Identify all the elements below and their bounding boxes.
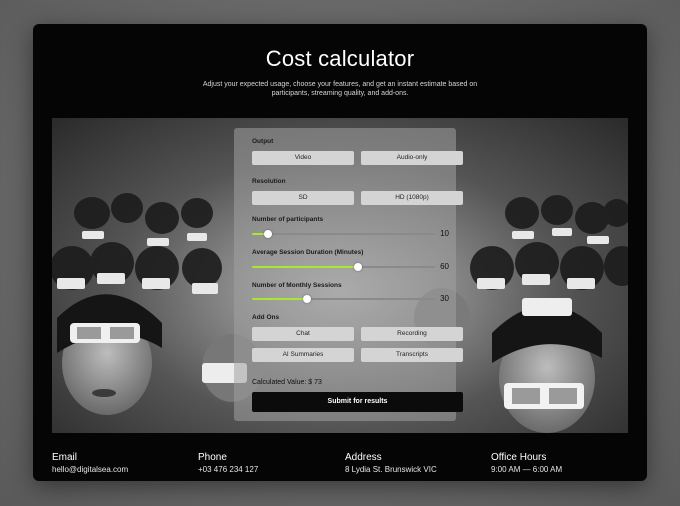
audience-photo: Output Video Audio-only Resolution SD HD… bbox=[52, 118, 628, 433]
sessions-slider[interactable]: 30 bbox=[252, 294, 449, 304]
footer-hours: Office Hours 9:00 AM — 6:00 AM bbox=[491, 452, 562, 476]
slider-thumb[interactable] bbox=[302, 295, 311, 303]
footer-address: Address 8 Lydia St. Brunswick VIC bbox=[345, 452, 437, 476]
participants-slider[interactable]: 10 bbox=[252, 229, 449, 239]
address-value: 8 Lydia St. Brunswick VIC bbox=[345, 465, 437, 474]
phone-link[interactable]: +03 476 234 127 bbox=[198, 464, 258, 476]
resolution-label: Resolution bbox=[252, 178, 286, 185]
duration-value: 60 bbox=[440, 262, 449, 271]
calculator-panel: Output Video Audio-only Resolution SD HD… bbox=[234, 128, 463, 421]
slider-thumb[interactable] bbox=[264, 230, 273, 238]
duration-slider[interactable]: 60 bbox=[252, 262, 449, 272]
hours-value: 9:00 AM — 6:00 AM bbox=[491, 465, 563, 474]
duration-label: Average Session Duration (Minutes) bbox=[252, 249, 364, 256]
phone-heading: Phone bbox=[198, 452, 227, 463]
addon-chat-button[interactable]: Chat bbox=[252, 327, 354, 341]
hours-heading: Office Hours bbox=[491, 452, 547, 463]
footer-email: Email hello@digitalsea.com bbox=[52, 452, 128, 476]
resolution-hd-button[interactable]: HD (1080p) bbox=[361, 191, 463, 205]
addons-label: Add Ons bbox=[252, 314, 280, 321]
sessions-value: 30 bbox=[440, 294, 449, 303]
output-video-button[interactable]: Video bbox=[252, 151, 354, 165]
output-label: Output bbox=[252, 138, 274, 145]
slider-thumb[interactable] bbox=[354, 263, 363, 271]
participants-value: 10 bbox=[440, 229, 449, 238]
page-subtitle: Adjust your expected usage, choose your … bbox=[202, 81, 478, 97]
resolution-sd-button[interactable]: SD bbox=[252, 191, 354, 205]
sessions-label: Number of Monthly Sessions bbox=[252, 282, 342, 289]
email-link[interactable]: hello@digitalsea.com bbox=[52, 464, 128, 476]
addon-transcripts-button[interactable]: Transcripts bbox=[361, 348, 463, 362]
submit-button[interactable]: Submit for results bbox=[252, 392, 463, 412]
addon-recording-button[interactable]: Recording bbox=[361, 327, 463, 341]
output-audio-only-button[interactable]: Audio-only bbox=[361, 151, 463, 165]
email-heading: Email bbox=[52, 452, 78, 463]
calculated-value: Calculated Value: $ 73 bbox=[252, 379, 322, 386]
addon-ai-summaries-button[interactable]: AI Summaries bbox=[252, 348, 354, 362]
page-title: Cost calculator bbox=[265, 46, 415, 71]
participants-label: Number of participants bbox=[252, 216, 324, 223]
contact-footer: Email hello@digitalsea.com Phone +03 476… bbox=[52, 452, 628, 480]
address-heading: Address bbox=[345, 452, 382, 463]
calculator-card: Cost calculator Adjust your expected usa… bbox=[33, 24, 647, 481]
footer-phone: Phone +03 476 234 127 bbox=[198, 452, 258, 476]
